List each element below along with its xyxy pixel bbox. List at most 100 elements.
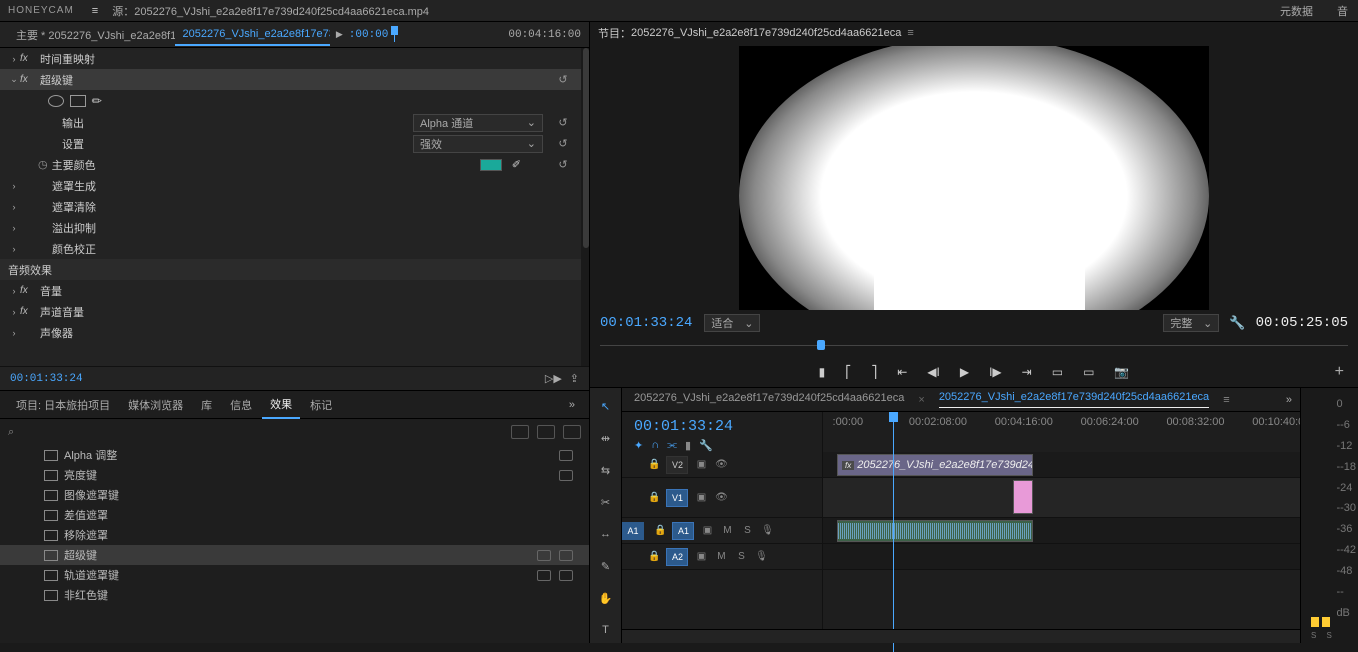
type-tool-icon[interactable]: T [596, 620, 616, 640]
preset-item[interactable]: Alpha 调整 [0, 445, 589, 465]
pen-mask-icon[interactable]: ✎ [89, 92, 106, 109]
track-select-tool-icon[interactable]: ⇹ [596, 428, 616, 448]
program-tc-left[interactable]: 00:01:33:24 [600, 315, 692, 331]
reset-icon[interactable]: ↺ [555, 115, 571, 131]
prop-matte-gen[interactable]: 遮罩生成 [46, 178, 96, 194]
tab-project[interactable]: 项目: 日本旅拍项目 [8, 392, 118, 418]
wrench-icon[interactable]: 🔧 [1229, 315, 1245, 331]
filter-accel-icon[interactable] [511, 425, 529, 439]
effects-search-input[interactable] [22, 426, 503, 438]
eye-icon[interactable]: 👁 [714, 492, 728, 503]
lock-icon[interactable]: 🔒 [648, 459, 660, 470]
tab-info[interactable]: 信息 [222, 392, 260, 418]
reset-icon[interactable]: ↺ [555, 136, 571, 152]
clip-a1[interactable] [837, 520, 1033, 542]
effect-time-remap[interactable]: 时间重映射 [34, 51, 95, 67]
zoom-dropdown[interactable]: 适合⌄ [704, 314, 760, 332]
export-frame-icon[interactable]: 📷 [1114, 365, 1129, 379]
mark-in-icon[interactable]: ⎡ [845, 365, 851, 379]
timeline-lanes[interactable]: 2052276_VJshi_e2a2e8f17e739d24 [822, 452, 1300, 629]
effect-panner[interactable]: 声像器 [34, 325, 73, 341]
export-icon[interactable]: ⇪ [570, 372, 579, 385]
timeline-ruler[interactable]: :00:0000:02:08:0000:04:16:0000:06:24:000… [822, 412, 1300, 452]
toggle-output-icon[interactable]: ▣ [694, 492, 708, 503]
chevron-right-icon[interactable]: › [8, 244, 20, 254]
step-back-icon[interactable]: ◀Ι [927, 365, 940, 379]
tab-markers[interactable]: 标记 [302, 392, 340, 418]
timeline-timecode[interactable]: 00:01:33:24 [634, 418, 810, 435]
mark-in-icon[interactable]: ▮ [819, 365, 826, 379]
tab-libraries[interactable]: 库 [193, 392, 220, 418]
razor-tool-icon[interactable]: ✂ [596, 492, 616, 512]
clip-tab-instance[interactable]: 2052276_VJshi_e2a2e8f17e739d… [175, 24, 330, 46]
filter-yuv-icon[interactable] [563, 425, 581, 439]
menu-icon[interactable]: ≡ [82, 5, 108, 17]
track-a1[interactable]: A1 [672, 522, 694, 540]
prop-color-correct[interactable]: 颜色校正 [46, 241, 96, 257]
audio-tab[interactable]: 音 [1333, 3, 1358, 19]
mic-icon[interactable]: 🎙 [754, 551, 768, 562]
lock-icon[interactable]: 🔒 [648, 551, 660, 562]
preset-item[interactable]: 图像遮罩键 [0, 485, 589, 505]
tab-effects[interactable]: 效果 [262, 391, 300, 419]
effect-volume[interactable]: 音量 [34, 283, 62, 299]
chevron-right-icon[interactable]: › [8, 286, 20, 296]
ellipse-mask-icon[interactable] [48, 95, 64, 107]
rect-mask-icon[interactable] [70, 95, 86, 107]
effect-ultra-key[interactable]: 超级键 [34, 72, 73, 88]
step-fwd-icon[interactable]: Ι▶ [989, 365, 1002, 379]
mute-icon[interactable]: ▣ [694, 551, 708, 562]
mark-out-icon[interactable]: ⎤ [871, 365, 877, 379]
scrollbar[interactable] [581, 48, 589, 390]
lock-icon[interactable]: 🔒 [648, 492, 660, 503]
chevron-right-icon[interactable]: › [8, 181, 20, 191]
link-icon[interactable]: ⫘ [667, 439, 677, 452]
preset-item[interactable]: 移除遮罩 [0, 525, 589, 545]
preset-item[interactable]: 非红色键 [0, 585, 589, 605]
chevron-right-icon[interactable]: › [8, 54, 20, 64]
clip-v1[interactable] [1013, 480, 1033, 514]
settings-icon[interactable]: 🔧 [699, 439, 713, 452]
toggle-output-icon[interactable]: ▣ [694, 459, 708, 470]
ripple-tool-icon[interactable]: ⇆ [596, 460, 616, 480]
reset-icon[interactable]: ↺ [555, 157, 571, 173]
lift-icon[interactable]: ▭ [1052, 365, 1063, 379]
clip-v2[interactable]: 2052276_VJshi_e2a2e8f17e739d24 [837, 454, 1033, 476]
pen-tool-icon[interactable]: ✎ [596, 556, 616, 576]
program-scrubber[interactable] [600, 337, 1348, 355]
settings-dropdown[interactable]: 强效⌄ [413, 135, 543, 153]
slip-tool-icon[interactable]: ↔ [596, 524, 616, 544]
filter-32bit-icon[interactable] [537, 425, 555, 439]
play-icon[interactable]: ▶ [330, 29, 349, 40]
chevron-right-icon[interactable]: › [8, 202, 20, 212]
reset-icon[interactable]: ↺ [555, 72, 571, 88]
lock-icon[interactable]: 🔒 [654, 525, 666, 536]
stopwatch-icon[interactable]: ◷ [38, 158, 48, 171]
chevron-right-icon[interactable]: › [8, 223, 20, 233]
marker-icon[interactable]: ▮ [685, 439, 691, 452]
go-in-icon[interactable]: ⇤ [897, 365, 907, 379]
effect-channel-volume[interactable]: 声道音量 [34, 304, 84, 320]
eye-icon[interactable]: 👁 [714, 459, 728, 470]
output-dropdown[interactable]: Alpha 通道⌄ [413, 114, 543, 132]
magnet-icon[interactable]: ∩ [651, 439, 659, 452]
add-button-icon[interactable]: + [1335, 363, 1344, 381]
overflow-icon[interactable]: » [1286, 394, 1300, 406]
extract-icon[interactable]: ▭ [1083, 365, 1094, 379]
chevron-right-icon[interactable]: › [8, 307, 20, 317]
track-v2[interactable]: V2 [666, 456, 688, 474]
chevron-down-icon[interactable]: ⌄ [8, 74, 20, 85]
prop-spill[interactable]: 溢出抑制 [46, 220, 96, 236]
sequence-tab[interactable]: 2052276_VJshi_e2a2e8f17e739d240f25cd4aa6… [634, 392, 904, 408]
tab-media-browser[interactable]: 媒体浏览器 [120, 392, 191, 418]
mic-icon[interactable]: 🎙 [760, 525, 774, 536]
loop-icon[interactable]: ▷▶ [545, 372, 562, 385]
track-a2[interactable]: A2 [666, 548, 688, 566]
eyedropper-icon[interactable]: ✐ [512, 158, 521, 171]
source-a1[interactable]: A1 [622, 522, 644, 540]
metadata-tab[interactable]: 元数据 [1276, 3, 1333, 19]
ec-timecode[interactable]: 00:01:33:24 [10, 373, 83, 385]
quality-dropdown[interactable]: 完整⌄ [1163, 314, 1219, 332]
preset-item[interactable]: 差值遮罩 [0, 505, 589, 525]
snap-icon[interactable]: ✦ [634, 439, 643, 452]
